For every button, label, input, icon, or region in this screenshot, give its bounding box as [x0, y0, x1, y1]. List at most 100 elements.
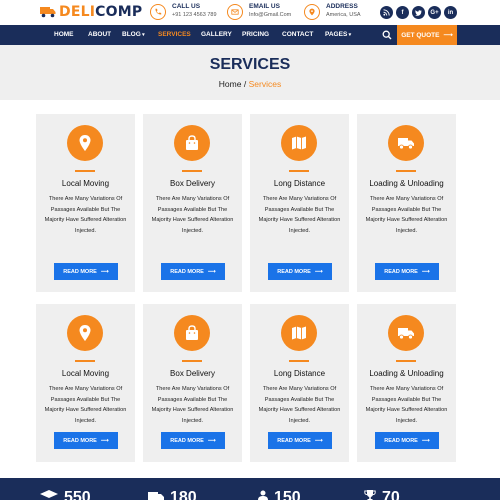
title-divider	[182, 360, 202, 362]
rss-icon[interactable]	[380, 6, 393, 19]
service-card: Local Moving There Are Many Variations O…	[36, 114, 135, 292]
truck-icon	[388, 125, 424, 161]
page-title: SERVICES	[209, 56, 291, 73]
breadcrumb-current: Services	[248, 79, 282, 89]
truck-logo-icon	[40, 7, 56, 18]
twitter-icon[interactable]	[412, 6, 425, 19]
shopping-bag-icon	[174, 315, 210, 351]
email-icon	[227, 4, 243, 20]
title-divider	[396, 360, 416, 362]
chevron-down-icon: ▾	[347, 32, 352, 38]
read-more-button[interactable]: READ MORE ⟶	[268, 263, 332, 280]
location-icon	[304, 4, 320, 20]
arrow-right-icon: ⟶	[314, 268, 323, 275]
trophy-icon	[364, 490, 376, 500]
read-more-button[interactable]: READ MORE ⟶	[375, 432, 439, 449]
card-title: Long Distance	[273, 369, 326, 378]
read-more-button[interactable]: READ MORE ⟶	[54, 263, 118, 280]
stat-item: 70	[364, 490, 400, 500]
read-more-button[interactable]: READ MORE ⟶	[54, 432, 118, 449]
read-more-label: READ MORE	[384, 437, 418, 444]
read-more-label: READ MORE	[384, 268, 418, 275]
arrow-right-icon: ⟶	[207, 437, 216, 444]
read-more-label: READ MORE	[63, 268, 97, 275]
graduation-cap-icon	[40, 490, 58, 498]
get-quote-label: GET QUOTE	[401, 31, 440, 39]
card-description: There Are Many Variations Of Passages Av…	[258, 196, 341, 234]
read-more-label: READ MORE	[170, 437, 204, 444]
arrow-right-icon: ⟶	[421, 268, 430, 275]
google-plus-icon[interactable]: G+	[428, 6, 441, 19]
read-more-label: READ MORE	[63, 437, 97, 444]
facebook-icon[interactable]: f	[396, 6, 409, 19]
truck-icon	[148, 492, 164, 500]
stat-item: 150	[258, 490, 301, 500]
read-more-button[interactable]: READ MORE ⟶	[161, 263, 225, 280]
breadcrumb-home[interactable]: Home	[219, 79, 242, 89]
service-card: Box Delivery There Are Many Variations O…	[143, 304, 242, 462]
user-icon	[258, 490, 268, 500]
get-quote-button[interactable]: GET QUOTE ⟶	[397, 25, 457, 45]
nav-contact[interactable]: CONTACT	[282, 25, 313, 45]
arrow-right-icon: ⟶	[314, 437, 323, 444]
read-more-button[interactable]: READ MORE ⟶	[375, 263, 439, 280]
site-logo[interactable]: DELICOMP	[40, 4, 142, 20]
breadcrumb: Home / Services	[0, 79, 500, 89]
page-header: SERVICES Home / Services	[0, 45, 500, 100]
map-icon	[281, 315, 317, 351]
stats-strip: 550 180 150 70	[0, 478, 500, 500]
title-divider	[289, 360, 309, 362]
title-divider	[289, 170, 309, 172]
call-value[interactable]: +91 123 4563 789	[172, 11, 217, 20]
nav-about[interactable]: ABOUT	[88, 25, 111, 45]
card-title: Local Moving	[61, 179, 110, 188]
card-title: Box Delivery	[170, 179, 215, 188]
read-more-button[interactable]: READ MORE ⟶	[161, 432, 225, 449]
breadcrumb-separator: /	[243, 79, 247, 89]
search-icon[interactable]	[382, 30, 392, 40]
read-more-label: READ MORE	[277, 437, 311, 444]
card-description: There Are Many Variations Of Passages Av…	[258, 386, 341, 424]
card-description: There Are Many Variations Of Passages Av…	[44, 196, 127, 234]
shopping-bag-icon	[174, 125, 210, 161]
stat-value: 150	[274, 489, 301, 500]
truck-icon	[388, 315, 424, 351]
service-card: Local Moving There Are Many Variations O…	[36, 304, 135, 462]
address-value: America, USA	[326, 12, 361, 18]
social-links: f G+ in	[380, 6, 457, 19]
nav-pages[interactable]: PAGES ▾	[325, 25, 351, 45]
phone-icon	[150, 4, 166, 20]
read-more-label: READ MORE	[277, 268, 311, 275]
nav-services[interactable]: SERVICES	[158, 25, 191, 45]
arrow-right-icon: ⟶	[421, 437, 430, 444]
service-card: Loading & Unloading There Are Many Varia…	[357, 114, 456, 292]
arrow-right-icon: ⟶	[100, 268, 109, 275]
stat-item: 550	[40, 490, 91, 500]
nav-gallery[interactable]: GALLERY	[201, 25, 232, 45]
contact-address: ADDRESS America, USA	[304, 3, 361, 20]
stat-value: 70	[382, 489, 400, 500]
card-title: Local Moving	[61, 369, 110, 378]
read-more-label: READ MORE	[170, 268, 204, 275]
title-divider	[75, 170, 95, 172]
read-more-button[interactable]: READ MORE ⟶	[268, 432, 332, 449]
card-description: There Are Many Variations Of Passages Av…	[365, 386, 448, 424]
service-card: Long Distance There Are Many Variations …	[250, 114, 349, 292]
card-title: Loading & Unloading	[369, 369, 444, 378]
brand-part-2: COMP	[95, 4, 143, 20]
nav-pricing[interactable]: PRICING	[242, 25, 269, 45]
service-card: Box Delivery There Are Many Variations O…	[143, 114, 242, 292]
title-divider	[75, 360, 95, 362]
nav-home[interactable]: HOME	[54, 25, 74, 45]
card-description: There Are Many Variations Of Passages Av…	[151, 196, 234, 234]
title-divider	[396, 170, 416, 172]
nav-blog-label: BLOG	[122, 31, 141, 38]
card-description: There Are Many Variations Of Passages Av…	[365, 196, 448, 234]
top-bar: DELICOMP CALL US +91 123 4563 789 EMAIL …	[0, 0, 500, 25]
stat-value: 550	[64, 489, 91, 500]
email-value[interactable]: Info@Gmail.Com	[249, 11, 291, 20]
card-description: There Are Many Variations Of Passages Av…	[151, 386, 234, 424]
service-card: Long Distance There Are Many Variations …	[250, 304, 349, 462]
linkedin-icon[interactable]: in	[444, 6, 457, 19]
nav-blog[interactable]: BLOG ▾	[122, 25, 145, 45]
